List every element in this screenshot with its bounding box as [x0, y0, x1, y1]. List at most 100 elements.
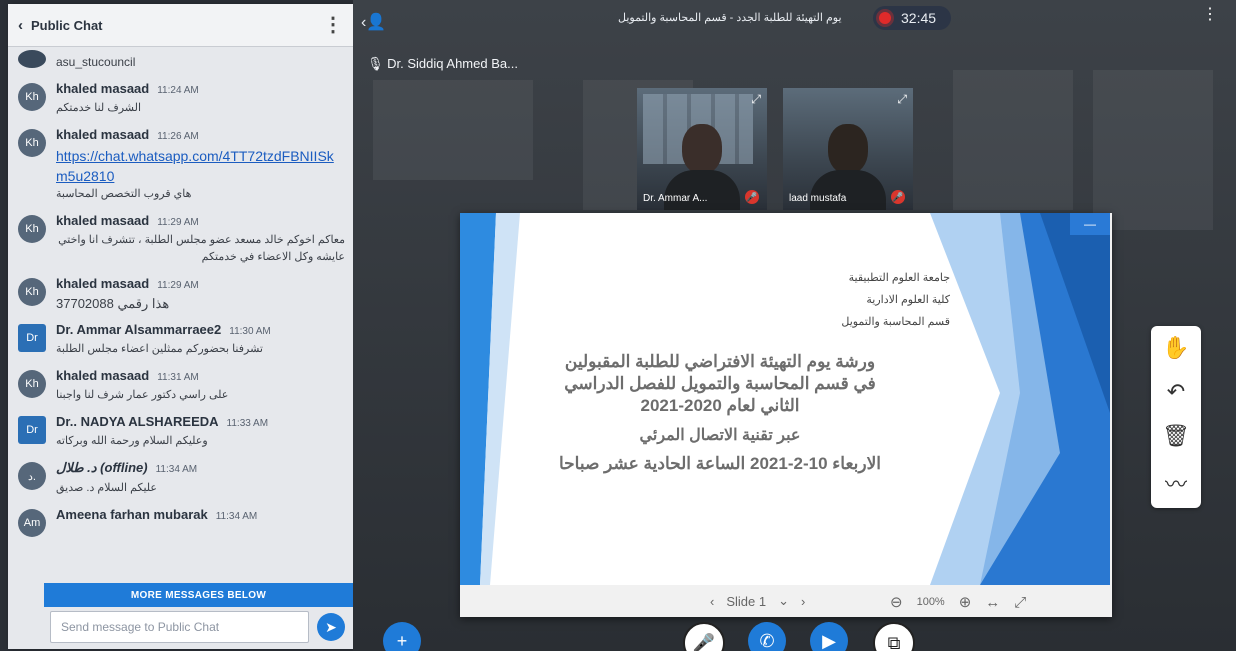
slide-title-line: الاربعاء 10-2-2021 الساعة الحادية عشر صب… — [558, 454, 882, 473]
expand-icon[interactable]: ⤢ — [897, 92, 907, 107]
avatar: Kh — [18, 129, 46, 157]
message-text: 37702088 هذا رقمي — [56, 296, 170, 311]
slide-controls: ‹ Slide 1 ⌄ › ⊖ 100% ⊕ ↔ ⤢ — [460, 585, 1112, 617]
user-list-icon[interactable]: ‹👤 — [361, 12, 386, 32]
whiteboard-toolbar: ✋ ↶ 🗑 〰 — [1151, 326, 1201, 508]
slide-selector[interactable]: Slide 1 — [726, 594, 766, 609]
record-dot-icon — [879, 12, 891, 24]
fit-width-icon[interactable]: ↔ — [985, 594, 1000, 611]
avatar: Kh — [18, 278, 46, 306]
avatar — [18, 50, 46, 68]
chat-input[interactable]: Send message to Public Chat — [50, 611, 309, 643]
message-time: 11:30 AM — [229, 326, 271, 337]
avatar: Am — [18, 509, 46, 537]
chat-options-icon[interactable]: ⋮ — [323, 15, 343, 35]
slide-header: جامعة العلوم التطبيقية كلية العلوم الادا… — [841, 267, 950, 333]
sender-name: khaled masaad — [56, 276, 150, 291]
screen-share-icon[interactable]: ⧉ — [873, 622, 915, 651]
chevron-down-icon[interactable]: ⌄ — [778, 593, 789, 609]
fullscreen-icon[interactable]: ⤢ — [1014, 594, 1026, 611]
phone-icon[interactable]: ✆ — [748, 622, 786, 651]
sender-name: د. طلال (offline) — [56, 460, 148, 475]
more-messages-button[interactable]: MORE MESSAGES BELOW — [44, 583, 353, 607]
plus-icon[interactable]: + — [383, 622, 421, 651]
message-text: على راسي دكتور عمار شرف لنا واجبنا — [56, 389, 229, 401]
next-slide-icon[interactable]: › — [801, 594, 805, 609]
options-icon[interactable]: ⋮ — [1202, 4, 1218, 24]
zoom-level: 100% — [916, 596, 945, 608]
slide-title-line: ورشة يوم التهيئة الافتراضي للطلبة المقبو… — [564, 352, 876, 371]
list-item: Kh khaled masaad 11:24 AM الشرف لنا خدمتك… — [8, 75, 353, 121]
message-time: 11:29 AM — [157, 217, 199, 228]
sender-name: khaled masaad — [56, 81, 150, 96]
slide: — جامعة العلوم التطبيقية كلية العلوم الا… — [460, 213, 1110, 585]
mic-off-icon: 🎤 — [891, 190, 905, 204]
prev-slide-icon[interactable]: ‹ — [710, 594, 714, 609]
message-time: 11:34 AM — [155, 464, 198, 475]
sender-name: Dr. Ammar Alsammarraee2 — [56, 322, 222, 337]
avatar: Kh — [18, 215, 46, 243]
list-item: Kh khaled masaad 11:29 AM معاكم اخوكم خال… — [8, 207, 353, 270]
presenter-label: 🎙 Dr. Siddiq Ahmed Ba... — [367, 56, 518, 72]
zoom-in-icon[interactable]: ⊕ — [959, 593, 972, 611]
message-time: 11:31 AM — [157, 372, 199, 383]
avatar: Kh — [18, 83, 46, 111]
video-tile[interactable]: ⤢ laad mustafa 🎤 — [783, 88, 913, 210]
slide-title-line: في قسم المحاسبة والتمويل للفصل الدراسي — [564, 374, 876, 393]
video-name: Dr. Ammar A... — [643, 193, 708, 204]
message-text: وعليكم السلام ورحمة الله وبركاته — [56, 435, 208, 447]
message-text: معاكم اخوكم خالد مسعد عضو مجلس الطلبة ، … — [58, 234, 345, 263]
recording-timer: 32:45 — [901, 10, 937, 26]
avatar: Kh — [18, 370, 46, 398]
meeting-stage: ‹👤 يوم التهيئة للطلبة الجدد - قسم المحاس… — [353, 0, 1236, 651]
message-link[interactable]: https://chat.whatsapp.com/4TT72tzdFBNIIS… — [56, 146, 345, 186]
avatar: Dr — [18, 416, 46, 444]
avatar: Dr — [18, 324, 46, 352]
list-item: Dr Dr. Ammar Alsammarraee2 11:30 AM تشرفن… — [8, 316, 353, 362]
list-item: د. د. طلال (offline) 11:34 AM عليكم السلا… — [8, 454, 353, 501]
camera-icon[interactable]: ▶ — [810, 622, 848, 651]
list-item: Kh khaled masaad 11:31 AM على راسي دكتور … — [8, 362, 353, 408]
avatar: د. — [18, 462, 46, 490]
sender-name: khaled masaad — [56, 368, 150, 383]
slide-line: قسم المحاسبة والتمويل — [841, 316, 950, 328]
undo-icon[interactable]: ↶ — [1167, 379, 1185, 405]
minimize-presentation-icon[interactable]: — — [1070, 213, 1110, 235]
chat-title: Public Chat — [31, 17, 103, 33]
slide-title-line: عبر تقنية الاتصال المرئي — [639, 427, 801, 444]
sender-name: Ameena farhan mubarak — [56, 507, 208, 522]
message-time: 11:29 AM — [157, 280, 199, 291]
video-name: laad mustafa — [789, 193, 847, 204]
message-text: عليكم السلام د. صديق — [56, 482, 157, 494]
sender-name: khaled masaad — [56, 127, 150, 142]
list-item: Kh khaled masaad 11:29 AM 37702088 هذا رق… — [8, 270, 353, 316]
presentation-area: — جامعة العلوم التطبيقية كلية العلوم الا… — [460, 213, 1112, 617]
multi-user-whiteboard-icon[interactable]: 〰 — [1165, 467, 1187, 499]
message-text: الشرف لنا خدمتكم — [56, 102, 142, 114]
trash-icon[interactable]: 🗑 — [1162, 423, 1190, 449]
sender-name: Dr.. NADYA ALSHAREEDA — [56, 414, 219, 429]
top-bar: ‹👤 يوم التهيئة للطلبة الجدد - قسم المحاس… — [353, 0, 1236, 36]
pan-hand-icon[interactable]: ✋ — [1162, 335, 1189, 361]
message-text: تشرفنا بحضوركم ممثلين اعضاء مجلس الطلبة — [56, 343, 263, 355]
video-tile[interactable]: ⤢ Dr. Ammar A... 🎤 — [637, 88, 767, 210]
back-chevron-icon[interactable]: ‹ — [18, 17, 23, 34]
list-item: asu_stucouncil — [8, 50, 353, 75]
mic-off-icon[interactable]: 🎤 — [683, 622, 725, 651]
list-item: Dr Dr.. NADYA ALSHAREEDA 11:33 AM وعليكم … — [8, 408, 353, 454]
meeting-title: يوم التهيئة للطلبة الجدد - قسم المحاسبة … — [618, 12, 842, 24]
message-time: 11:34 AM — [215, 511, 258, 522]
mic-off-icon: 🎤 — [745, 190, 759, 204]
mic-icon: 🎙 — [367, 56, 384, 71]
zoom-out-icon[interactable]: ⊖ — [890, 593, 903, 611]
message-time: 11:24 AM — [157, 85, 199, 96]
recording-indicator[interactable]: 32:45 — [873, 6, 951, 30]
message-text: asu_stucouncil — [56, 55, 136, 69]
slide-title-line: الثاني لعام 2020-2021 — [640, 396, 800, 415]
send-icon[interactable]: ➤ — [317, 613, 345, 641]
chat-panel: ‹ Public Chat ⋮ asu_stucouncil Kh khaled… — [8, 4, 353, 649]
slide-line: كلية العلوم الادارية — [866, 294, 950, 306]
expand-icon[interactable]: ⤢ — [751, 92, 761, 107]
list-item: Am Ameena farhan mubarak 11:34 AM — [8, 501, 353, 541]
sender-name: khaled masaad — [56, 213, 150, 228]
